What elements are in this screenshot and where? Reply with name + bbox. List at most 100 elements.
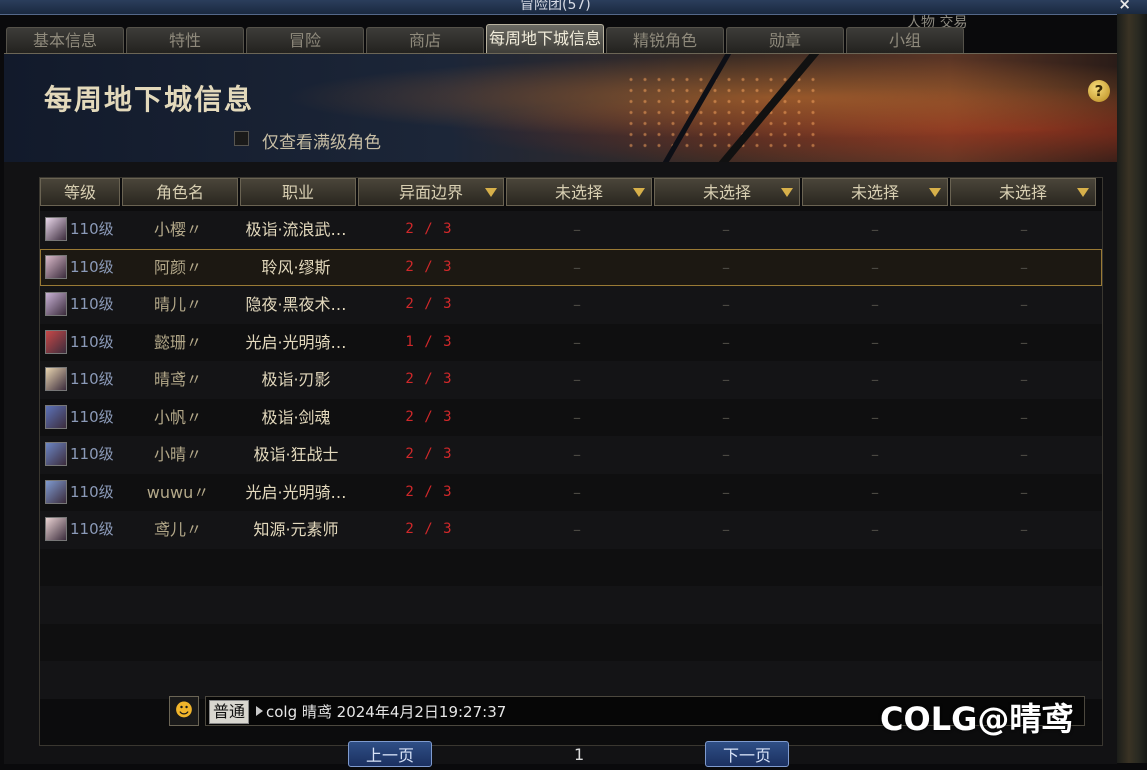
- tab-7[interactable]: 小组: [846, 27, 964, 53]
- tab-5[interactable]: 精锐角色: [606, 27, 724, 53]
- dropdown-arrow-icon[interactable]: [781, 188, 793, 197]
- dungeon-slot-1: –: [573, 482, 581, 502]
- dungeon-slot-3: –: [871, 520, 879, 539]
- dungeon-slot-3: –: [871, 257, 879, 277]
- character-job: 极诣·刃影: [261, 370, 331, 389]
- table-row[interactable]: 110级 wuwu〃 光启·光明骑… 2 / 3 – – – –: [40, 473, 1102, 511]
- table-row[interactable]: 110级 小樱〃 极诣·流浪武… 2 / 3 – – – –: [40, 211, 1102, 249]
- dungeon-slot-2: –: [722, 332, 730, 352]
- character-avatar: [45, 292, 67, 316]
- dungeon-slot-2: –: [722, 295, 730, 314]
- table-row[interactable]: 110级 懿珊〃 光启·光明骑… 1 / 3 – – – –: [40, 323, 1102, 361]
- character-avatar: [45, 479, 67, 504]
- dungeon-slot-2: –: [722, 257, 730, 277]
- character-avatar: [45, 442, 67, 466]
- page-number: 1: [574, 745, 585, 764]
- character-job: 聆风·缪斯: [261, 257, 331, 277]
- dungeon-slot-2: –: [722, 370, 730, 389]
- character-name: 懿珊〃: [153, 332, 202, 352]
- chat-channel-tag[interactable]: 普通: [209, 700, 250, 724]
- table-row[interactable]: 110级 小晴〃 极诣·狂战士 2 / 3 – – – –: [40, 436, 1102, 474]
- close-icon[interactable]: ×: [1118, 0, 1131, 13]
- dropdown-arrow-icon[interactable]: [485, 188, 497, 197]
- abyss-count: 2 / 3: [405, 483, 453, 500]
- dungeon-slot-2: –: [722, 482, 730, 502]
- table-row[interactable]: 110级 晴鸢〃 极诣·刃影 2 / 3 – – – –: [40, 361, 1102, 399]
- abyss-count: 1 / 3: [405, 333, 453, 350]
- abyss-count: 2 / 3: [405, 446, 453, 462]
- max-level-filter-label[interactable]: 仅查看满级角色: [262, 128, 381, 153]
- abyss-count: 2 / 3: [405, 521, 453, 537]
- column-header-4[interactable]: 未选择: [506, 178, 652, 206]
- character-name: 小樱〃: [153, 220, 202, 239]
- table-row[interactable]: 110级 晴儿〃 隐夜·黑夜术… 2 / 3 – – – –: [40, 286, 1102, 324]
- column-header-7[interactable]: 未选择: [950, 178, 1096, 206]
- dungeon-slot-3: –: [871, 295, 879, 314]
- window-title: 冒险团(57): [520, 0, 591, 13]
- background-scene: 人物 交易: [907, 14, 1147, 763]
- dungeon-slot-1: –: [573, 257, 581, 277]
- tab-4[interactable]: 每周地下城信息: [486, 24, 604, 53]
- tab-3[interactable]: 商店: [366, 27, 484, 53]
- column-header-label: 未选择: [850, 183, 899, 202]
- character-level: 110级: [70, 370, 114, 388]
- empty-row: [40, 623, 1102, 661]
- prev-page-button[interactable]: 上一页: [348, 741, 432, 767]
- tab-0[interactable]: 基本信息: [6, 27, 124, 53]
- dropdown-arrow-icon[interactable]: [633, 188, 645, 197]
- character-avatar: [45, 517, 67, 541]
- tab-2[interactable]: 冒险: [246, 27, 364, 53]
- tab-1[interactable]: 特性: [126, 27, 244, 53]
- character-job: 光启·光明骑…: [245, 332, 347, 352]
- dungeon-slot-2: –: [722, 445, 730, 464]
- dungeon-slot-3: –: [871, 482, 879, 502]
- max-level-filter-checkbox[interactable]: [234, 131, 249, 146]
- next-page-button[interactable]: 下一页: [705, 741, 789, 767]
- dropdown-arrow-icon[interactable]: [1077, 188, 1089, 197]
- dungeon-slot-1: –: [573, 445, 581, 464]
- character-level: 110级: [70, 220, 114, 238]
- column-header-5[interactable]: 未选择: [654, 178, 800, 206]
- character-level: 110级: [70, 482, 114, 501]
- column-header-6[interactable]: 未选择: [802, 178, 948, 206]
- dungeon-slot-2: –: [722, 220, 730, 239]
- character-job: 隐夜·黑夜术…: [245, 295, 347, 314]
- column-header-label: 角色名: [155, 183, 204, 202]
- table-row[interactable]: 110级 小帆〃 极诣·剑魂 2 / 3 – – – –: [40, 398, 1102, 436]
- character-avatar: [45, 329, 67, 354]
- character-level: 110级: [70, 407, 114, 426]
- help-icon[interactable]: ?: [1088, 80, 1110, 102]
- table-body: 110级 小樱〃 极诣·流浪武… 2 / 3– – – –110级 阿颜〃 聆风·缪斯 2 / 3…: [40, 211, 1102, 699]
- column-header-label: 等级: [63, 183, 96, 202]
- character-level: 110级: [70, 445, 114, 463]
- column-header-label: 异面边界: [398, 183, 463, 202]
- watermark: COLG@晴鸢: [880, 700, 1074, 738]
- dungeon-slot-4: –: [1020, 295, 1028, 314]
- dungeon-slot-2: –: [722, 520, 730, 539]
- dungeon-slot-4: –: [1020, 332, 1028, 352]
- character-name: 阿颜〃: [153, 257, 202, 277]
- tab-bar: 基本信息 特性 冒险 商店 每周地下城信息 精锐角色 勋章 小组: [6, 24, 966, 53]
- dungeon-slot-4: –: [1020, 520, 1028, 539]
- dungeon-slot-1: –: [573, 295, 581, 314]
- dungeon-slot-3: –: [871, 445, 879, 464]
- character-name: 鸢儿〃: [153, 520, 202, 539]
- tab-6[interactable]: 勋章: [726, 27, 844, 53]
- character-level: 110级: [70, 295, 114, 313]
- character-level: 110级: [70, 520, 114, 538]
- dungeon-slot-4: –: [1020, 407, 1028, 427]
- column-header-label: 未选择: [998, 183, 1047, 202]
- column-header-0: 等级: [40, 178, 120, 206]
- page-title: 每周地下城信息: [44, 83, 255, 116]
- character-name: 小帆〃: [153, 407, 202, 427]
- abyss-count: 2 / 3: [405, 296, 453, 312]
- column-header-3[interactable]: 异面边界: [358, 178, 504, 206]
- dropdown-arrow-icon[interactable]: [929, 188, 941, 197]
- emoji-icon[interactable]: ☻: [169, 696, 199, 726]
- table-row[interactable]: 110级 鸢儿〃 知源·元素师 2 / 3 – – – –: [40, 511, 1102, 549]
- column-header-label: 职业: [281, 183, 314, 202]
- dungeon-slot-3: –: [871, 332, 879, 352]
- abyss-count: 2 / 3: [405, 258, 453, 275]
- table-row[interactable]: 110级 阿颜〃 聆风·缪斯 2 / 3 – – – –: [40, 248, 1102, 286]
- window-titlebar: 冒险团(57) ×: [0, 0, 1147, 15]
